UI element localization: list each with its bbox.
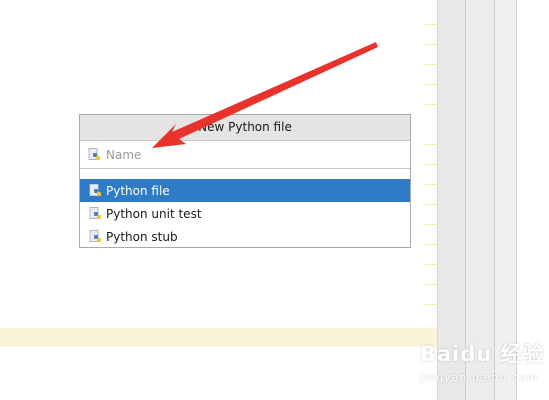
gutter-marker <box>425 204 437 205</box>
gutter-marker <box>425 84 437 85</box>
list-item-python-file[interactable]: Python file <box>80 179 410 202</box>
popup-title: New Python file <box>80 115 410 141</box>
gutter-marker <box>425 144 437 145</box>
python-file-icon <box>89 184 101 196</box>
gutter-marker <box>425 244 437 245</box>
gutter-marker <box>425 104 437 105</box>
name-input[interactable] <box>106 147 386 162</box>
list-item-python-stub[interactable]: Python stub <box>80 225 410 248</box>
watermark-logo: Baidu 经验 <box>420 342 545 366</box>
gutter-marker <box>425 264 437 265</box>
gutter-marker <box>425 304 437 305</box>
gutter-marker <box>425 64 437 65</box>
new-python-file-popup: New Python file Python file Python unit … <box>79 114 411 248</box>
gutter-marker <box>425 24 437 25</box>
list-item-python-unit-test[interactable]: Python unit test <box>80 202 410 225</box>
template-list: Python file Python unit test Python stub <box>80 169 410 248</box>
current-line-highlight <box>0 328 437 347</box>
list-item-label: Python file <box>106 183 170 198</box>
python-file-icon <box>88 148 100 160</box>
list-item-label: Python unit test <box>106 206 202 221</box>
watermark-url: jingyan.baidu.com <box>420 371 539 384</box>
gutter-marker <box>425 224 437 225</box>
gutter-marker <box>425 164 437 165</box>
list-item-label: Python stub <box>106 229 178 244</box>
python-file-icon <box>89 207 101 219</box>
gutter-marker <box>425 184 437 185</box>
gutter-marker <box>425 284 437 285</box>
python-file-icon <box>89 230 101 242</box>
baidu-jingyan-watermark: Baidu 经验 jingyan.baidu.com <box>420 338 545 396</box>
name-row[interactable] <box>80 141 410 169</box>
gutter-marker <box>425 44 437 45</box>
